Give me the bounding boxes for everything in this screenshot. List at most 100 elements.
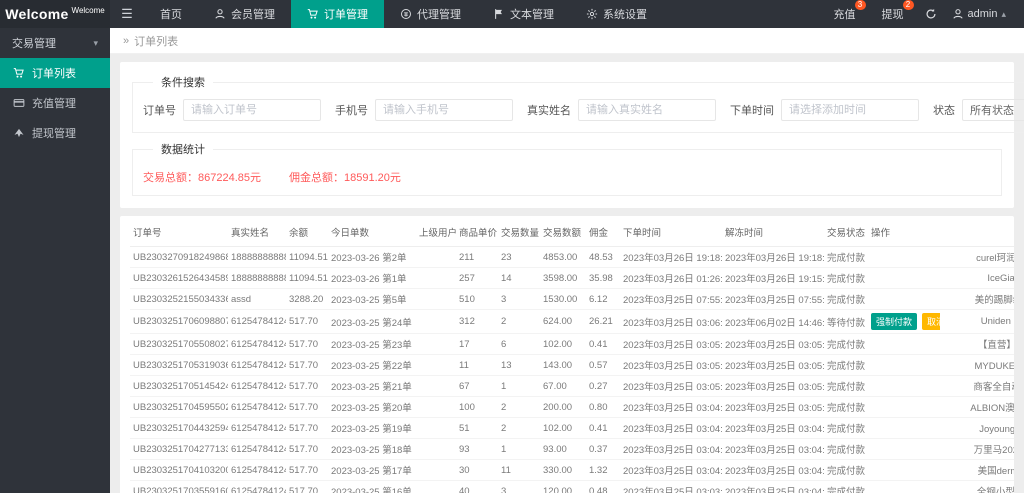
- balance: 11094.51: [286, 247, 328, 268]
- unit-price: 257: [456, 268, 498, 289]
- stats-row: 交易总额：867224.85元 佣金总额：18591.20元: [143, 165, 991, 185]
- unfreeze-time: 2023年03月25日 03:05:05: [722, 397, 824, 418]
- trade-qty: 23: [498, 247, 540, 268]
- field-input-3[interactable]: [781, 99, 919, 121]
- unfreeze-time: 2023年03月25日 03:04:33: [722, 439, 824, 460]
- menu-toggle-icon[interactable]: ☰: [110, 0, 144, 28]
- actions-cell: [868, 268, 940, 289]
- balance: 517.70: [286, 355, 328, 376]
- order-no: UB2303251704595502: [130, 397, 228, 418]
- parent-user: [416, 268, 456, 289]
- parent-user: [416, 397, 456, 418]
- nav-item-5[interactable]: 系统设置: [570, 0, 663, 28]
- today-orders: 2023-03-25 第21单: [328, 376, 416, 397]
- product-name: 商客全自动智能门锁Sv40指静脉推拉密码锁: [940, 376, 1014, 397]
- field-input-1[interactable]: [375, 99, 513, 121]
- cancel-order-button[interactable]: 取消订单: [922, 313, 940, 330]
- product-name: 美国dermatix倍舒痕祛疤痕修复疤痕凝胶3: [940, 460, 1014, 481]
- sidebar: 交易管理 ▾ 订单列表充值管理提现管理: [0, 28, 110, 493]
- nav-item-3[interactable]: 代理管理: [384, 0, 477, 28]
- unfreeze-time: 2023年03月25日 03:05:21: [722, 376, 824, 397]
- unit-price: 100: [456, 397, 498, 418]
- field-label: 订单号: [143, 102, 183, 118]
- cart-icon: [307, 8, 319, 20]
- col-header-4: 上级用户: [416, 218, 456, 247]
- col-header-8: 佣金: [586, 218, 620, 247]
- trade-amount: 102.00: [540, 418, 586, 439]
- order-time: 2023年03月26日 01:26:43: [620, 268, 722, 289]
- sidebar-group-trade[interactable]: 交易管理 ▾: [0, 28, 110, 58]
- person-icon: [214, 8, 226, 20]
- field-input-2[interactable]: [578, 99, 716, 121]
- unit-price: 40: [456, 481, 498, 493]
- field-label: 下单时间: [730, 102, 781, 118]
- commission: 0.27: [586, 376, 620, 397]
- trade-status: 完成付款: [824, 334, 868, 355]
- col-header-9: 下单时间: [620, 218, 722, 247]
- sidebar-item-0[interactable]: 订单列表: [0, 58, 110, 88]
- withdraw-link[interactable]: 提现 2: [870, 6, 916, 22]
- order-no: UB2303251705319036: [130, 355, 228, 376]
- today-orders: 2023-03-25 第22单: [328, 355, 416, 376]
- field-input-0[interactable]: [183, 99, 321, 121]
- chevron-up-icon: ▴: [1001, 9, 1006, 20]
- order-time: 2023年03月25日 03:04:59: [620, 397, 722, 418]
- table-row: UB230325170459550261254784124517.702023-…: [130, 397, 1014, 418]
- actions-cell: [868, 397, 940, 418]
- real-name: 18888888888: [228, 247, 286, 268]
- col-header-10: 解冻时间: [722, 218, 824, 247]
- trade-qty: 1: [498, 376, 540, 397]
- trade-status: 完成付款: [824, 376, 868, 397]
- refresh-icon[interactable]: [918, 8, 944, 20]
- table-row: UB23032709182498681888888888811094.51202…: [130, 247, 1014, 268]
- table-row: UB230325170443259461254784124517.702023-…: [130, 418, 1014, 439]
- header-right: 充值 3 提现 2 admin ▴: [822, 0, 1024, 28]
- admin-menu[interactable]: admin ▴: [946, 8, 1013, 20]
- real-name: 61254784124: [228, 418, 286, 439]
- breadcrumb: » 订单列表: [110, 28, 1024, 54]
- nav-item-label: 系统设置: [603, 6, 647, 22]
- trade-qty: 14: [498, 268, 540, 289]
- product-name: ALBION澳尔滨蔓荆凝萃精华油 草本凝萃全能: [940, 397, 1014, 418]
- nav-item-label: 会员管理: [231, 6, 275, 22]
- trade-status: 完成付款: [824, 481, 868, 493]
- actions-cell: [868, 439, 940, 460]
- col-header-1: 真实姓名: [228, 218, 286, 247]
- unit-price: 17: [456, 334, 498, 355]
- today-orders: 2023-03-26 第2单: [328, 247, 416, 268]
- trade-amount: 143.00: [540, 355, 586, 376]
- trade-status: 完成付款: [824, 355, 868, 376]
- nav-item-label: 订单管理: [324, 6, 368, 22]
- force-pay-button[interactable]: 强制付款: [871, 313, 917, 330]
- trade-status: 完成付款: [824, 268, 868, 289]
- nav-item-1[interactable]: 会员管理: [198, 0, 291, 28]
- nav-item-4[interactable]: 文本管理: [477, 0, 570, 28]
- gear-icon: [586, 8, 598, 20]
- balance: 517.70: [286, 439, 328, 460]
- parent-user: [416, 289, 456, 310]
- col-header-3: 今日单数: [328, 218, 416, 247]
- col-header-5: 商品单价: [456, 218, 498, 247]
- sidebar-item-1[interactable]: 充值管理: [0, 88, 110, 118]
- orders-table-card: 订单号真实姓名余额今日单数上级用户商品单价交易数量交易数额佣金下单时间解冻时间交…: [120, 216, 1014, 493]
- nav-item-0[interactable]: 首页: [144, 0, 198, 28]
- sidebar-item-2[interactable]: 提现管理: [0, 118, 110, 148]
- brand-logo[interactable]: Welcome Welcome: [0, 0, 110, 28]
- trade-amount: 120.00: [540, 481, 586, 493]
- parent-user: [416, 376, 456, 397]
- nav-item-2[interactable]: 订单管理: [291, 0, 384, 28]
- status-select[interactable]: 所有状态: [962, 99, 1024, 121]
- real-name: 61254784124: [228, 376, 286, 397]
- withdraw-badge: 2: [903, 0, 914, 10]
- status-field: 状态 所有状态: [933, 99, 1024, 121]
- cart-icon: [13, 67, 25, 79]
- trade-amount: 3598.00: [540, 268, 586, 289]
- commission: 0.41: [586, 418, 620, 439]
- today-orders: 2023-03-25 第17单: [328, 460, 416, 481]
- balance: 517.70: [286, 418, 328, 439]
- recharge-link[interactable]: 充值 3: [822, 6, 868, 22]
- product-name: 美的踢脚线石墨烯取暖器家用节能电暖器移: [940, 289, 1014, 310]
- real-name: 61254784124: [228, 439, 286, 460]
- sidebar-item-label: 提现管理: [32, 125, 76, 141]
- product-name: Joyoung/九阳烤箱家用烘焙烧烤精多功能: [940, 418, 1014, 439]
